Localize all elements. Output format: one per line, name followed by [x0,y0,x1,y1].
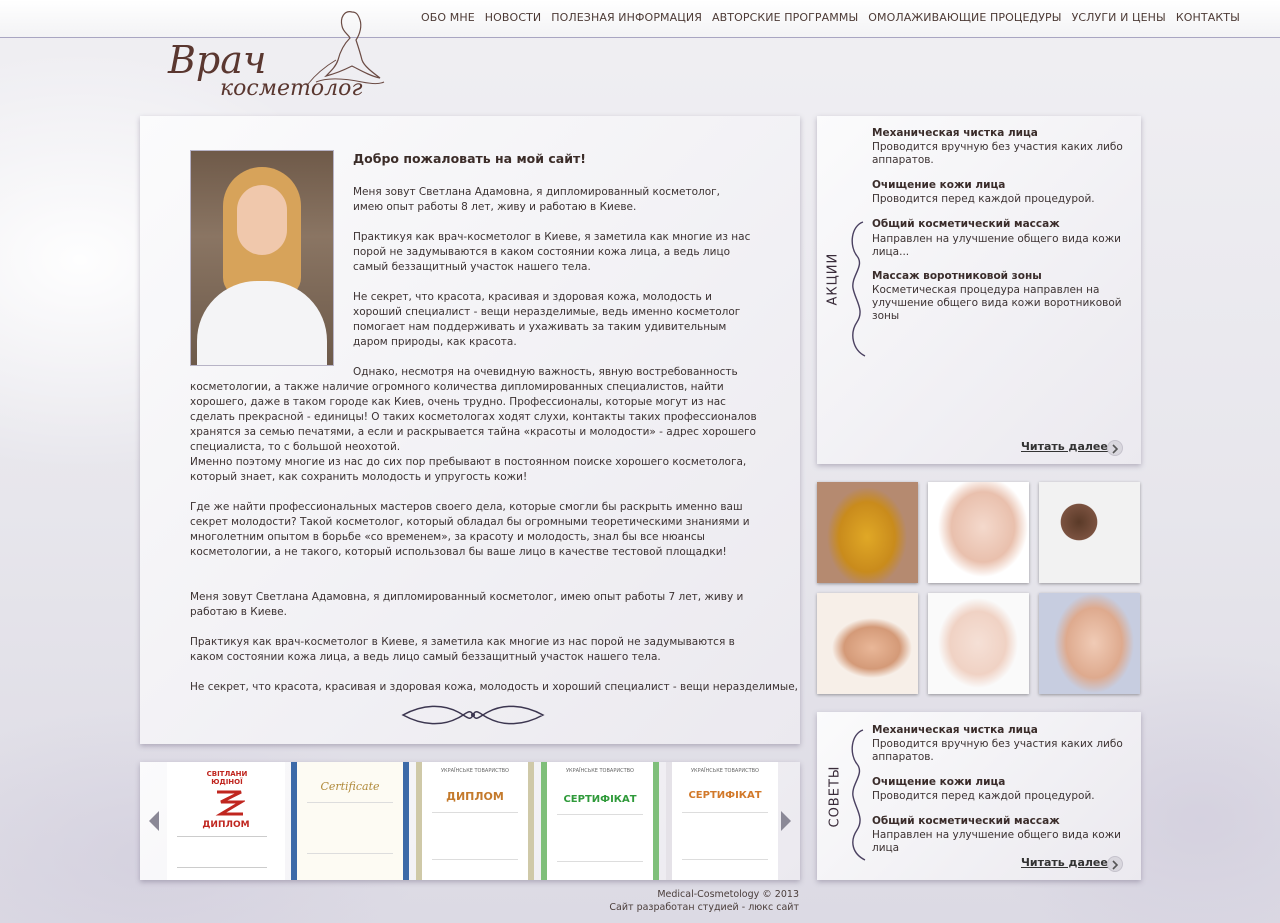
certificate-header: УКРАЇНСЬКЕ ТОВАРИСТВО [441,768,509,774]
paragraph: Не секрет, что красота, красивая и здоро… [353,291,741,348]
main-nav: ОБО МНЕ НОВОСТИ ПОЛЕЗНАЯ ИНФОРМАЦИЯ АВТО… [421,11,1250,24]
nav-item-programs[interactable]: АВТОРСКИЕ ПРОГРАММЫ [712,11,858,24]
promo-item-title[interactable]: Общий косметический массаж [872,218,1060,230]
tips-box: СОВЕТЫ Механическая чистка лица Проводит… [817,712,1141,880]
carousel-next-button[interactable] [779,810,793,836]
paragraph: Где же найти профессиональных мастеров с… [190,501,750,558]
tips-item-desc: аппаратов. [872,751,934,763]
main-content-panel: Добро пожаловать на мой сайт! Меня зовут… [140,116,800,744]
seal-icon [215,790,245,816]
tips-item-desc: Проводится перед каждой процедурой. [872,790,1095,802]
promo-item-desc: лица... [872,246,910,258]
promo-read-more-link[interactable]: Читать далее [1021,440,1108,453]
welcome-heading: Добро пожаловать на мой сайт! [353,151,586,166]
nav-item-contacts[interactable]: КОНТАКТЫ [1176,11,1240,24]
tips-read-more-link[interactable]: Читать далее [1021,856,1108,869]
certificate-title: Certificate [320,780,380,793]
logo-line2: косметолог [220,76,363,101]
gallery-thumb[interactable] [817,482,918,583]
certificate-header: СВІТЛАНИ ЮДІНОЇ [206,770,248,786]
paragraph: Однако, несмотря на очевидную важность, … [190,366,757,453]
certificate-thumb[interactable]: УКРАЇНСЬКЕ ТОВАРИСТВО ДИПЛОМ [416,762,534,880]
doctor-photo [190,150,334,366]
promotions-label: АКЦИИ [825,252,841,306]
gallery-thumb[interactable] [1039,482,1140,583]
certificate-title: ДИПЛОМ [202,820,250,830]
site-logo[interactable]: Врач косметолог [166,4,386,104]
certificate-thumb[interactable]: СВІТЛАНИ ЮДІНОЇ ДИПЛОМ [167,762,285,880]
certificates-carousel: СВІТЛАНИ ЮДІНОЇ ДИПЛОМ Certificate УКРАЇ… [140,762,800,880]
chevron-right-icon [781,811,791,831]
gallery-thumb[interactable] [1039,593,1140,694]
chevron-right-icon[interactable] [1107,440,1123,456]
nav-item-news[interactable]: НОВОСТИ [485,11,541,24]
footer-copyright: Medical-Cosmetology © 2013 [657,889,799,900]
nav-item-useful-info[interactable]: ПОЛЕЗНАЯ ИНФОРМАЦИЯ [551,11,702,24]
paragraph: Именно поэтому многие из нас до сих пор … [190,456,747,483]
certificate-title: СЕРТИФІКАТ [688,790,762,801]
gallery-thumb[interactable] [928,593,1029,694]
promo-item-title[interactable]: Механическая чистка лица [872,127,1038,139]
ornament-divider-icon [401,705,545,725]
paragraph: Практикуя как врач-косметолог в Киеве, я… [353,231,751,273]
tips-item-title[interactable]: Механическая чистка лица [872,724,1038,736]
certificate-header: УКРАЇНСЬКЕ ТОВАРИСТВО [566,768,634,774]
certificate-title: ДИПЛОМ [446,790,504,803]
promo-item-title[interactable]: Массаж воротниковой зоны [872,270,1042,282]
carousel-prev-button[interactable] [147,810,161,836]
nav-item-services-prices[interactable]: УСЛУГИ И ЦЕНЫ [1072,11,1166,24]
tips-label: СОВЕТЫ [827,765,843,828]
certificate-header: УКРАЇНСЬКЕ ТОВАРИСТВО [691,768,759,774]
certificate-thumb[interactable]: УКРАЇНСЬКЕ ТОВАРИСТВО СЕРТИФІКАТ [541,762,659,880]
promo-item-desc: аппаратов. [872,154,934,166]
nav-item-rejuvenation[interactable]: ОМОЛАЖИВАЮЩИЕ ПРОЦЕДУРЫ [868,11,1061,24]
paragraph: Практикуя как врач-косметолог в Киеве, я… [190,636,735,663]
gallery-thumb[interactable] [817,593,918,694]
promotions-box: АКЦИИ Механическая чистка лица Проводитс… [817,116,1141,464]
promo-item-desc: Косметическая процедура направлен на [872,284,1100,296]
intro-paragraph: Меня зовут Светлана Адамовна, я дипломир… [353,186,720,213]
tips-item-title[interactable]: Общий косметический массаж [872,815,1060,827]
certificate-thumb[interactable]: Certificate [291,762,409,880]
nav-item-about[interactable]: ОБО МНЕ [421,11,475,24]
tips-item-title[interactable]: Очищение кожи лица [872,776,1005,788]
promo-item-desc: Проводится вручную без участия каких либ… [872,141,1123,153]
chevron-left-icon [149,811,159,831]
gallery-thumb[interactable] [928,482,1029,583]
certificate-title: СЕРТИФІКАТ [563,794,637,805]
scroll-ornament-icon [851,729,866,861]
scroll-ornament-icon [851,221,866,357]
footer-studio-link[interactable]: Сайт разработан студией - люкс сайт [609,901,799,914]
tips-item-desc: Направлен на улучшение общего вида кожи … [872,829,1122,854]
tips-item-desc: Проводится вручную без участия каких либ… [872,738,1123,750]
promo-item-title[interactable]: Очищение кожи лица [872,179,1005,191]
promo-item-desc: Проводится перед каждой процедурой. [872,193,1095,205]
paragraph: Не секрет, что красота, красивая и здоро… [190,681,799,693]
footer: Medical-Cosmetology © 2013 Сайт разработ… [609,888,799,914]
promo-item-desc: улучшение общего вида кожи воротниковой … [872,297,1122,322]
certificate-thumb[interactable]: УКРАЇНСЬКЕ ТОВАРИСТВО СЕРТИФІКАТ [666,762,778,880]
procedure-gallery [817,482,1141,694]
promo-item-desc: Направлен на улучшение общего вида кожи [872,233,1122,245]
paragraph: Меня зовут Светлана Адамовна, я дипломир… [190,591,744,618]
chevron-right-icon[interactable] [1107,856,1123,872]
